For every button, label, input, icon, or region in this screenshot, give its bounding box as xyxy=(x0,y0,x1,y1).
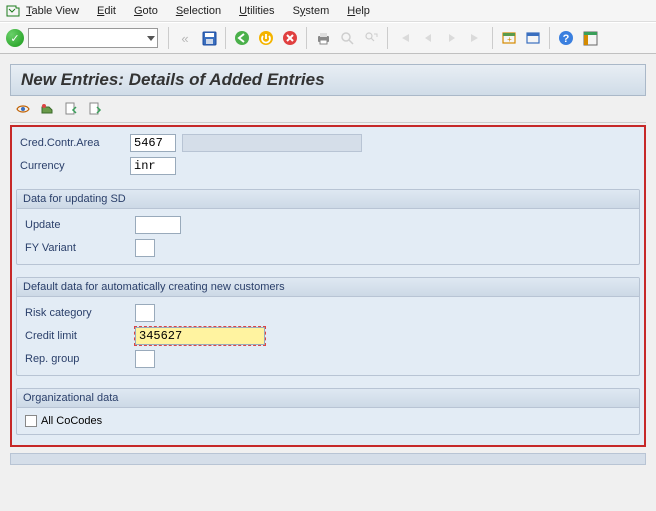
section-org-data-title: Organizational data xyxy=(17,389,639,408)
cred-contr-area-desc xyxy=(182,134,362,152)
toggle-display-change-icon[interactable] xyxy=(14,100,32,118)
section-updating-sd-title: Data for updating SD xyxy=(17,190,639,209)
risk-category-label: Risk category xyxy=(25,307,135,319)
prev-page-icon xyxy=(417,27,439,49)
menu-table-view[interactable]: Table View xyxy=(26,5,79,17)
svg-text:?: ? xyxy=(563,33,570,45)
footer-strip xyxy=(10,453,646,465)
rep-group-input[interactable] xyxy=(135,350,155,368)
print-icon[interactable] xyxy=(312,27,334,49)
menu-goto[interactable]: Goto xyxy=(134,5,158,17)
create-session-icon[interactable]: + xyxy=(498,27,520,49)
application-toolbar xyxy=(10,96,646,123)
section-updating-sd: Data for updating SD Update FY Variant xyxy=(16,189,640,265)
menu-bar: Table View Edit Goto Selection Utilities… xyxy=(0,0,656,22)
save-icon[interactable] xyxy=(198,27,220,49)
toolbar-separator xyxy=(225,27,226,49)
fy-variant-input[interactable] xyxy=(135,239,155,257)
chevron-down-icon xyxy=(147,36,155,41)
section-org-data: Organizational data All CoCodes xyxy=(16,388,640,435)
toolbar-separator xyxy=(549,27,550,49)
first-page-icon xyxy=(393,27,415,49)
section-default-data-title: Default data for automatically creating … xyxy=(17,278,639,297)
find-icon xyxy=(336,27,358,49)
currency-label: Currency xyxy=(20,160,130,172)
prev-entry-icon[interactable] xyxy=(62,100,80,118)
delimit-icon[interactable] xyxy=(38,100,56,118)
command-field[interactable] xyxy=(28,28,158,48)
menu-utilities[interactable]: Utilities xyxy=(239,5,274,17)
enter-icon[interactable]: ✓ xyxy=(6,29,24,47)
form-panel: Cred.Contr.Area Currency Data for updati… xyxy=(10,125,646,447)
help-icon[interactable]: ? xyxy=(555,27,577,49)
page-title: New Entries: Details of Added Entries xyxy=(10,64,646,96)
generate-shortcut-icon[interactable] xyxy=(522,27,544,49)
menu-help[interactable]: Help xyxy=(347,5,370,17)
next-entry-icon[interactable] xyxy=(86,100,104,118)
currency-input[interactable] xyxy=(130,157,176,175)
toolbar-separator xyxy=(168,27,169,49)
cred-contr-area-input[interactable] xyxy=(130,134,176,152)
next-page-icon xyxy=(441,27,463,49)
back-icon[interactable]: « xyxy=(174,27,196,49)
section-default-data: Default data for automatically creating … xyxy=(16,277,640,376)
toolbar-separator xyxy=(492,27,493,49)
layout-menu-icon[interactable] xyxy=(579,27,601,49)
toolbar-separator xyxy=(306,27,307,49)
menu-edit[interactable]: Edit xyxy=(97,5,116,17)
last-page-icon xyxy=(465,27,487,49)
cred-contr-area-label: Cred.Contr.Area xyxy=(20,137,130,149)
all-cocodes-label: All CoCodes xyxy=(41,415,102,427)
menu-dropdown-icon[interactable] xyxy=(6,4,20,18)
fy-variant-label: FY Variant xyxy=(25,242,135,254)
credit-limit-label: Credit limit xyxy=(25,330,135,342)
menu-system[interactable]: System xyxy=(293,5,330,17)
update-input[interactable] xyxy=(135,216,181,234)
credit-limit-input[interactable] xyxy=(135,327,265,345)
exit-yellow-icon[interactable] xyxy=(255,27,277,49)
standard-toolbar: ✓ « + ? xyxy=(0,22,656,54)
update-label: Update xyxy=(25,219,135,231)
all-cocodes-checkbox[interactable] xyxy=(25,415,37,427)
find-next-icon xyxy=(360,27,382,49)
back-green-icon[interactable] xyxy=(231,27,253,49)
risk-category-input[interactable] xyxy=(135,304,155,322)
menu-selection[interactable]: Selection xyxy=(176,5,221,17)
rep-group-label: Rep. group xyxy=(25,353,135,365)
toolbar-separator xyxy=(387,27,388,49)
cancel-red-icon[interactable] xyxy=(279,27,301,49)
svg-text:+: + xyxy=(507,35,512,44)
